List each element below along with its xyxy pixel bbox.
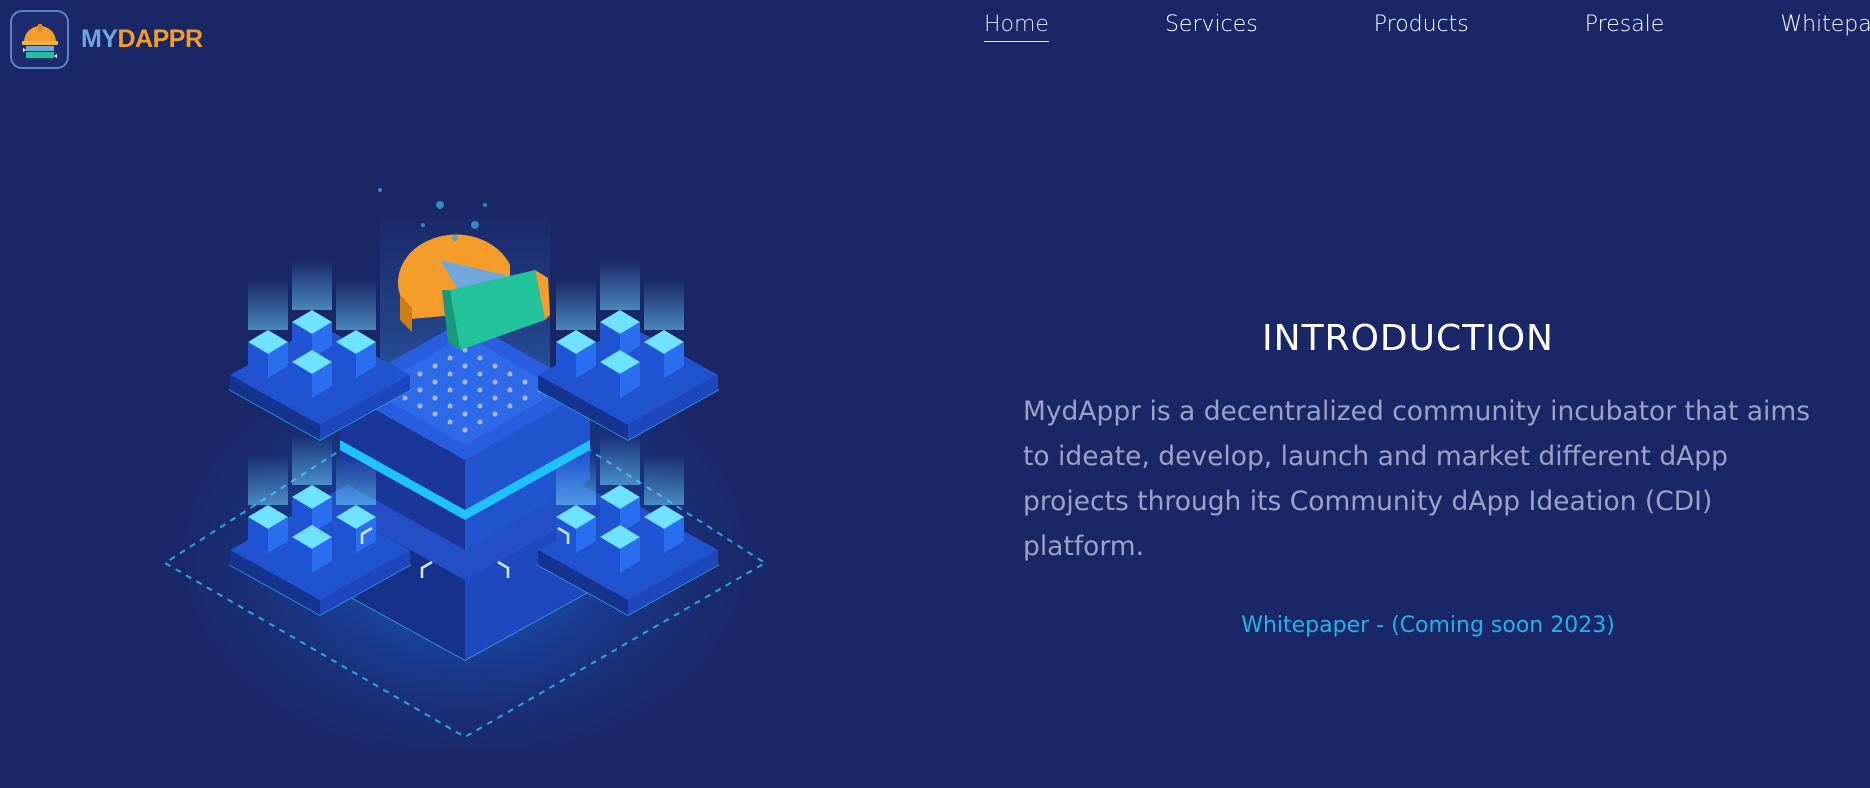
nav-services[interactable]: Services bbox=[1165, 12, 1258, 42]
introduction-section: INTRODUCTION MydAppr is a decentralized … bbox=[1023, 318, 1833, 638]
helmet-logo-icon bbox=[10, 10, 69, 69]
nav-presale[interactable]: Presale bbox=[1585, 12, 1665, 42]
main-nav: Home Services Products Presale Whitepape… bbox=[984, 12, 1870, 42]
header: MYDAPPR Home Services Products Presale W… bbox=[0, 0, 1870, 80]
logo-text-my: MY bbox=[81, 25, 118, 53]
logo-text: MYDAPPR bbox=[81, 25, 203, 54]
page: MYDAPPR Home Services Products Presale W… bbox=[0, 0, 1870, 788]
isometric-blockchain-incubator-illustration bbox=[135, 170, 795, 770]
nav-home[interactable]: Home bbox=[984, 12, 1049, 42]
nav-whitepaper[interactable]: Whitepaper bbox=[1780, 12, 1870, 42]
logo[interactable]: MYDAPPR bbox=[10, 10, 203, 69]
nav-products[interactable]: Products bbox=[1374, 12, 1469, 42]
intro-body: MydAppr is a decentralized community inc… bbox=[1023, 396, 1811, 562]
intro-title: INTRODUCTION bbox=[1262, 318, 1554, 359]
whitepaper-link[interactable]: Whitepaper - (Coming soon 2023) bbox=[1023, 613, 1833, 638]
logo-text-dappr: DAPPR bbox=[117, 25, 204, 53]
